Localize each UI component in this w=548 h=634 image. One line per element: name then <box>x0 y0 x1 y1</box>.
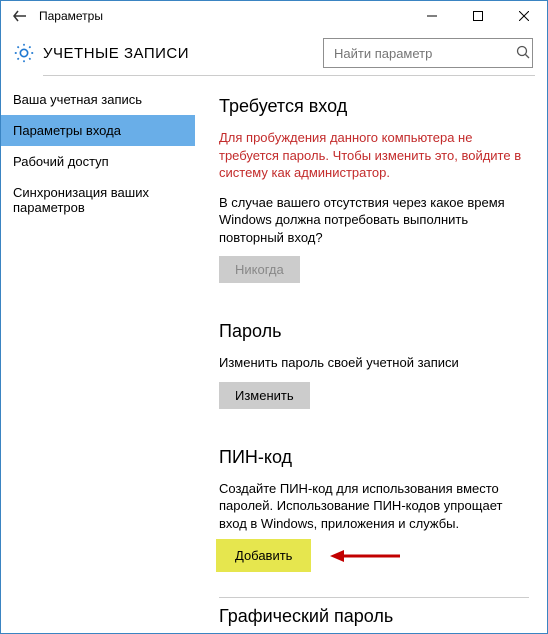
password-description: Изменить пароль своей учетной записи <box>219 354 529 372</box>
signin-description: В случае вашего отсутствия через какое в… <box>219 194 529 247</box>
search-input-container[interactable] <box>323 38 533 68</box>
add-pin-button[interactable]: Добавить <box>219 542 308 569</box>
sidebar-item-sign-in-options[interactable]: Параметры входа <box>1 115 195 146</box>
header: УЧЕТНЫЕ ЗАПИСИ <box>1 31 547 75</box>
sidebar-item-label: Рабочий доступ <box>13 154 109 169</box>
section-title-signin: Требуется вход <box>219 96 529 117</box>
change-password-button[interactable]: Изменить <box>219 382 310 409</box>
window-title: Параметры <box>39 9 103 23</box>
annotation-arrow-icon <box>330 547 400 565</box>
content: Требуется вход Для пробуждения данного к… <box>195 76 547 628</box>
section-title-pin: ПИН-код <box>219 447 529 468</box>
signin-warning-text: Для пробуждения данного компьютера не тр… <box>219 129 529 182</box>
sidebar-item-label: Ваша учетная запись <box>13 92 142 107</box>
sidebar-item-sync[interactable]: Синхронизация ваших параметров <box>1 177 195 223</box>
title-bar: Параметры <box>1 1 547 31</box>
gear-icon <box>9 42 39 64</box>
page-title: УЧЕТНЫЕ ЗАПИСИ <box>43 45 323 62</box>
window-controls <box>409 1 547 31</box>
minimize-button[interactable] <box>409 1 455 31</box>
search-input[interactable] <box>332 45 512 62</box>
close-button[interactable] <box>501 1 547 31</box>
sidebar-item-label: Параметры входа <box>13 123 121 138</box>
section-title-password: Пароль <box>219 321 529 342</box>
section-divider <box>219 597 529 598</box>
section-title-picture-password: Графический пароль <box>219 606 529 627</box>
sidebar-item-label: Синхронизация ваших параметров <box>13 185 149 215</box>
pin-description: Создайте ПИН-код для использования вмест… <box>219 480 529 533</box>
sidebar-item-account[interactable]: Ваша учетная запись <box>1 84 195 115</box>
search-icon <box>516 45 530 62</box>
back-button[interactable] <box>9 5 31 27</box>
signin-interval-button: Никогда <box>219 256 300 283</box>
sidebar: Ваша учетная запись Параметры входа Рабо… <box>1 76 195 628</box>
maximize-button[interactable] <box>455 1 501 31</box>
sidebar-item-work-access[interactable]: Рабочий доступ <box>1 146 195 177</box>
